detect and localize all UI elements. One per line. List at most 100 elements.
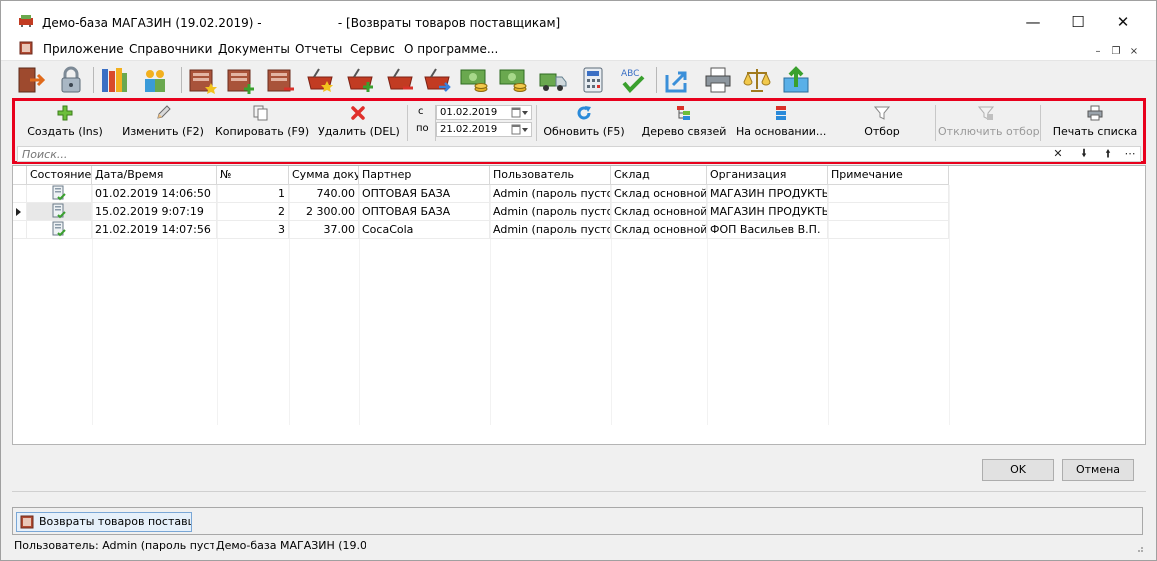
number-cell: 1 (217, 185, 289, 203)
col-user[interactable]: Пользователь (490, 166, 611, 185)
menu-about[interactable]: О программе... (404, 42, 498, 56)
period-from-value: 01.02.2019 (440, 107, 498, 118)
window-tab-label: Возвраты товаров поставщикам (39, 515, 191, 528)
exit-door-icon[interactable] (16, 65, 46, 95)
disable-filter-label: Отключить отбор (938, 125, 1040, 138)
status-user: Пользователь: Admin (пароль пустой) (14, 539, 214, 552)
edit-button[interactable]: Изменить (F2) (119, 105, 207, 143)
resize-grip-icon[interactable] (1134, 543, 1144, 553)
delete-button[interactable]: Удалить (DEL) (318, 105, 400, 143)
app-window: Демо-база МАГАЗИН (19.02.2019) - - [Возв… (0, 0, 1157, 561)
col-organization[interactable]: Организация (707, 166, 828, 185)
spellcheck-icon[interactable]: ABC (618, 65, 648, 95)
mdi-close-icon[interactable]: × (1127, 45, 1141, 59)
period-from-field[interactable]: 01.02.2019 (436, 105, 532, 120)
books-icon[interactable] (99, 65, 129, 95)
datetime-cell: 15.02.2019 9:07:19 (92, 203, 217, 221)
upload-icon[interactable] (781, 65, 811, 95)
based-on-button[interactable]: На основании... (736, 105, 826, 143)
printer-icon[interactable] (703, 65, 733, 95)
organization-cell: ФОП Васильев В.П. (707, 221, 828, 239)
menu-documents[interactable]: Документы (218, 42, 290, 56)
edit-label: Изменить (F2) (122, 125, 204, 138)
calculator-icon[interactable] (578, 65, 608, 95)
close-icon[interactable]: ✕ (1109, 11, 1137, 33)
cancel-button[interactable]: Отмена (1062, 459, 1134, 481)
col-warehouse[interactable]: Склад (611, 166, 707, 185)
col-partner[interactable]: Партнер (359, 166, 490, 185)
title-bar: Демо-база МАГАЗИН (19.02.2019) - - [Возв… (1, 1, 1156, 37)
document-check-icon (52, 203, 66, 219)
mdi-restore-icon[interactable]: ❐ (1109, 45, 1123, 59)
status-cell (27, 185, 92, 203)
document-star-icon[interactable] (187, 65, 217, 95)
print-list-button[interactable]: Печать списка (1051, 105, 1139, 143)
minimize-icon[interactable]: — (1019, 11, 1047, 33)
users-icon[interactable] (140, 65, 170, 95)
search-input[interactable] (18, 147, 1046, 161)
period-to-field[interactable]: 21.02.2019 (436, 122, 532, 137)
period-from-label: с (418, 106, 424, 117)
col-note[interactable]: Примечание (828, 166, 949, 185)
menu-application[interactable]: Приложение (43, 42, 124, 56)
table-row-current[interactable]: 15.02.2019 9:07:19 2 2 300.00 ОПТОВАЯ БА… (13, 203, 949, 221)
maximize-icon[interactable]: ☐ (1064, 11, 1092, 33)
copy-icon (253, 105, 268, 121)
main-toolbar: ABC (1, 61, 1156, 97)
clear-search-icon[interactable]: ✕ (1050, 147, 1066, 161)
create-button[interactable]: Создать (Ins) (25, 105, 105, 143)
basket-add-icon[interactable] (345, 65, 375, 95)
table-header: Состояние Дата/Время № Сумма докум Партн… (13, 166, 949, 185)
window-tab-returns[interactable]: Возвраты товаров поставщикам (16, 512, 192, 532)
calendar-dropdown-icon[interactable] (511, 124, 529, 135)
print-list-label: Печать списка (1052, 125, 1138, 138)
col-status[interactable]: Состояние (27, 166, 92, 185)
create-label: Создать (Ins) (27, 125, 103, 138)
truck-icon[interactable] (538, 65, 568, 95)
basket-move-icon[interactable] (422, 65, 452, 95)
filter-button[interactable]: Отбор (848, 105, 916, 143)
menu-service[interactable]: Сервис (350, 42, 395, 56)
layers-icon (776, 106, 786, 120)
mdi-minimize-icon[interactable]: – (1091, 45, 1105, 59)
returns-table: Состояние Дата/Время № Сумма докум Партн… (12, 165, 1146, 445)
scales-icon[interactable] (742, 65, 772, 95)
status-bar: Пользователь: Admin (пароль пустой) Демо… (12, 537, 1146, 555)
delete-label: Удалить (DEL) (318, 125, 400, 138)
plus-icon (57, 105, 73, 121)
document-add-icon[interactable] (225, 65, 255, 95)
ok-button[interactable]: OK (982, 459, 1054, 481)
datetime-cell: 21.02.2019 14:07:56 (92, 221, 217, 239)
copy-button[interactable]: Копировать (F9) (215, 105, 309, 143)
current-row-arrow-icon (16, 208, 21, 216)
export-icon[interactable] (663, 65, 693, 95)
partner-cell: ОПТОВАЯ БАЗА (359, 203, 490, 221)
link-tree-button[interactable]: Дерево связей (641, 105, 727, 143)
window-title: Демо-база МАГАЗИН (19.02.2019) - - [Возв… (42, 16, 561, 30)
user-cell: Admin (пароль пустой) (490, 203, 611, 221)
lock-icon[interactable] (56, 65, 86, 95)
warehouse-cell: Склад основной (611, 221, 707, 239)
refresh-button[interactable]: Обновить (F5) (542, 105, 626, 143)
basket-remove-icon[interactable] (385, 65, 415, 95)
table-row[interactable]: 01.02.2019 14:06:50 1 740.00 ОПТОВАЯ БАЗ… (13, 185, 949, 203)
datetime-cell: 01.02.2019 14:06:50 (92, 185, 217, 203)
search-options-icon[interactable]: ⋯ (1122, 147, 1138, 161)
note-cell (828, 185, 949, 203)
table-row[interactable]: 21.02.2019 14:07:56 3 37.00 CocaCola Adm… (13, 221, 949, 239)
money-coins-out-icon[interactable] (498, 65, 528, 95)
basket-star-icon[interactable] (305, 65, 335, 95)
disable-filter-button[interactable]: Отключить отбор (938, 105, 1040, 143)
calendar-dropdown-icon[interactable] (511, 107, 529, 118)
search-next-icon[interactable]: 🠛 (1076, 147, 1092, 161)
document-remove-icon[interactable] (265, 65, 295, 95)
search-prev-icon[interactable]: 🠙 (1100, 147, 1116, 161)
col-datetime[interactable]: Дата/Время (92, 166, 217, 185)
col-number[interactable]: № (217, 166, 289, 185)
menu-reports[interactable]: Отчеты (295, 42, 342, 56)
filter-label: Отбор (864, 125, 900, 138)
money-coins-icon[interactable] (459, 65, 489, 95)
filter-funnel-icon (874, 106, 890, 120)
col-sum[interactable]: Сумма докум (289, 166, 359, 185)
menu-directories[interactable]: Справочники (129, 42, 212, 56)
